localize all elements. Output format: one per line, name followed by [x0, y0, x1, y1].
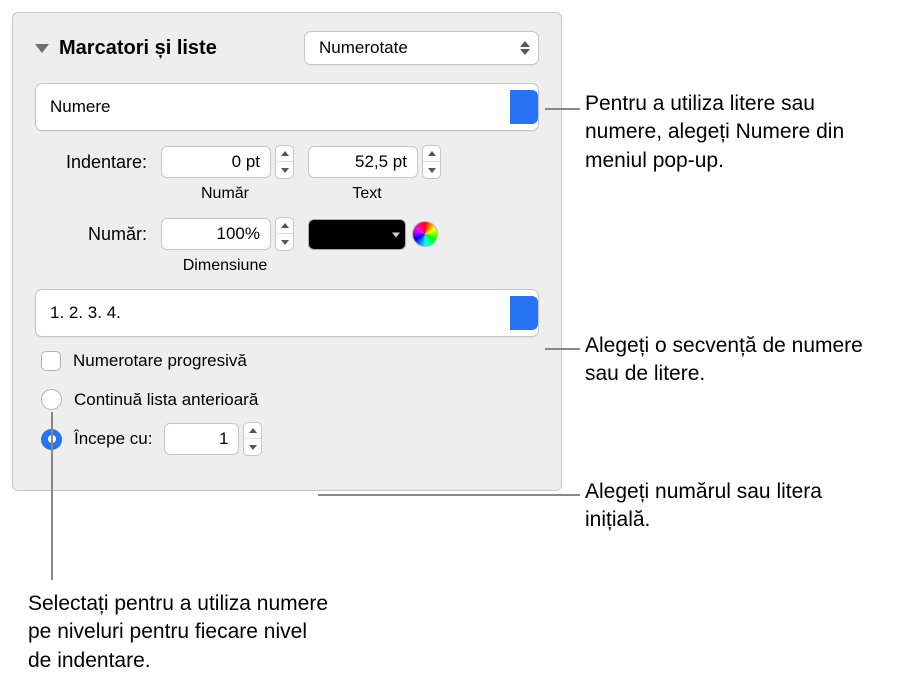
- sequence-popup[interactable]: 1. 2. 3. 4.: [35, 289, 539, 337]
- stepper-arrows-icon[interactable]: [275, 145, 294, 179]
- indent-number-caption: Număr: [161, 185, 289, 203]
- number-size-stepper[interactable]: 100%: [161, 217, 294, 251]
- section-title: Marcatori și liste: [59, 37, 217, 60]
- callout-tiered: Selectați pentru a utiliza numere pe niv…: [28, 590, 328, 675]
- indent-text-stepper[interactable]: 52,5 pt: [308, 145, 441, 179]
- updown-arrows-icon: [510, 296, 538, 330]
- indent-text-caption: Text: [303, 185, 431, 203]
- updown-arrows-icon: [510, 90, 538, 124]
- stepper-arrows-icon[interactable]: [422, 145, 441, 179]
- updown-arrows-icon: [520, 41, 530, 55]
- tiered-numbers-checkbox[interactable]: [41, 351, 61, 371]
- callout-line: [51, 412, 53, 580]
- list-style-value: Numerotate: [319, 38, 408, 58]
- continue-previous-radio[interactable]: [41, 389, 62, 410]
- continue-previous-label: Continuă lista anterioară: [74, 390, 258, 410]
- start-from-stepper[interactable]: 1: [164, 422, 262, 456]
- number-size-caption: Dimensiune: [161, 257, 289, 275]
- sequence-value: 1. 2. 3. 4.: [50, 303, 121, 323]
- number-size-label: Număr:: [35, 224, 147, 245]
- number-size-input[interactable]: 100%: [161, 218, 271, 250]
- start-from-label: Începe cu:: [74, 429, 152, 449]
- indent-captions: Număr Text: [161, 185, 539, 203]
- indent-text-input[interactable]: 52,5 pt: [308, 146, 418, 178]
- tiered-numbers-label: Numerotare progresivă: [73, 351, 247, 371]
- callout-start: Alegeți numărul sau litera inițială.: [585, 478, 845, 535]
- list-style-popup[interactable]: Numerotate: [304, 31, 539, 65]
- bullets-lists-panel: Marcatori și liste Numerotate Numere Ind…: [12, 12, 562, 491]
- stepper-arrows-icon[interactable]: [275, 217, 294, 251]
- start-from-row: Începe cu: 1: [41, 422, 539, 456]
- callout-line: [318, 494, 580, 496]
- indent-label: Indentare:: [35, 152, 147, 173]
- callout-type: Pentru a utiliza litere sau numere, aleg…: [585, 90, 875, 175]
- continuation-radio-group: Continuă lista anterioară Începe cu: 1: [41, 389, 539, 456]
- indent-row: Indentare: 0 pt 52,5 pt: [35, 145, 539, 179]
- tiered-numbers-row: Numerotare progresivă: [41, 351, 539, 371]
- number-type-popup[interactable]: Numere: [35, 83, 539, 131]
- callout-line: [545, 108, 580, 110]
- number-size-row: Număr: 100%: [35, 217, 539, 251]
- continue-previous-row: Continuă lista anterioară: [41, 389, 539, 410]
- number-color-well: [308, 219, 438, 250]
- start-from-input[interactable]: 1: [164, 423, 239, 455]
- callout-line: [545, 348, 580, 350]
- callout-sequence: Alegeți o secvență de numere sau de lite…: [585, 332, 885, 389]
- indent-number-input[interactable]: 0 pt: [161, 146, 271, 178]
- color-wheel-icon[interactable]: [412, 221, 438, 247]
- section-header: Marcatori și liste Numerotate: [35, 31, 539, 65]
- disclosure-triangle-icon[interactable]: [35, 44, 49, 53]
- number-type-value: Numere: [50, 97, 110, 117]
- color-swatch[interactable]: [308, 219, 406, 250]
- indent-number-stepper[interactable]: 0 pt: [161, 145, 294, 179]
- stepper-arrows-icon[interactable]: [243, 422, 262, 456]
